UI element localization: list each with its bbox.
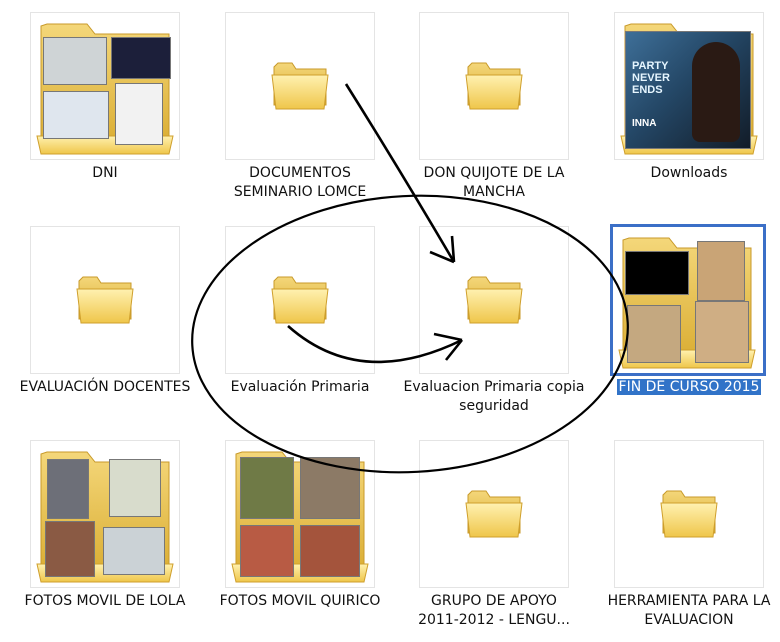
folder-name: DNI [92, 165, 118, 181]
folder-name: FOTOS MOVIL QUIRICO [219, 593, 381, 609]
folder-name: Evaluación Primaria [230, 379, 370, 395]
folder-name: Evaluacion Primaria copia seguridad [403, 379, 585, 414]
folder-name: DOCUMENTOS SEMINARIO LOMCE [233, 165, 367, 200]
folder-thumbnail[interactable] [419, 440, 569, 588]
folder-icon [659, 485, 721, 541]
folder-item-don-quijote[interactable]: DON QUIJOTE DE LA MANCHA [399, 4, 589, 214]
thumbnail-photo [109, 459, 161, 517]
folder-item-documentos-seminario-lomce[interactable]: DOCUMENTOS SEMINARIO LOMCE [205, 4, 395, 214]
folder-item-downloads[interactable]: PARTY NEVER ENDS INNA Downloads [594, 4, 780, 214]
folder-name: Downloads [650, 165, 728, 181]
album-cover-image: PARTY NEVER ENDS INNA [625, 31, 751, 149]
album-cover-text: PARTY NEVER ENDS [632, 60, 670, 96]
thumbnail-photo [47, 459, 89, 519]
folder-name: GRUPO DE APOYO 2011-2012 - LENGU... [418, 593, 570, 628]
folder-thumbnail[interactable] [225, 440, 375, 588]
folder-thumbnail[interactable] [30, 12, 180, 160]
thumbnail-photo [43, 37, 107, 85]
folder-thumbnail[interactable] [610, 224, 766, 376]
folder-thumbnail[interactable] [419, 12, 569, 160]
thumbnail-photo [111, 37, 171, 79]
album-cover-figure [692, 42, 740, 142]
folder-icon [464, 485, 526, 541]
folder-icon [270, 57, 332, 113]
folder-name: FIN DE CURSO 2015 [616, 379, 762, 395]
folder-item-evaluacion-primaria[interactable]: Evaluación Primaria [205, 218, 395, 428]
folder-thumbnail[interactable] [225, 226, 375, 374]
thumbnail-photo [627, 305, 681, 363]
folder-name: HERRAMIENTA PARA LA EVALUACION [607, 593, 771, 628]
folder-item-fin-de-curso-2015[interactable]: FIN DE CURSO 2015 [594, 218, 780, 428]
thumbnail-photo [103, 527, 165, 575]
folder-thumbnail[interactable] [419, 226, 569, 374]
thumbnail-photo [240, 525, 294, 577]
folder-name: DON QUIJOTE DE LA MANCHA [423, 165, 565, 200]
thumbnail-photo [300, 457, 360, 519]
folder-item-evaluacion-docentes[interactable]: EVALUACIÓN DOCENTES [10, 218, 200, 428]
folder-item-fotos-movil-de-lola[interactable]: FOTOS MOVIL DE LOLA [10, 432, 200, 642]
folder-item-herramienta-para-la-evaluacion[interactable]: HERRAMIENTA PARA LA EVALUACION [594, 432, 780, 642]
folder-item-dni[interactable]: DNI [10, 4, 200, 214]
folder-icon [270, 271, 332, 327]
folder-thumbnail[interactable] [30, 440, 180, 588]
folder-icon [464, 57, 526, 113]
folder-icon [75, 271, 137, 327]
thumbnail-photo [240, 457, 294, 519]
thumbnail-photo [45, 521, 95, 577]
thumbnail-photo [695, 301, 749, 363]
folder-item-grupo-de-apoyo[interactable]: GRUPO DE APOYO 2011-2012 - LENGU... [399, 432, 589, 642]
thumbnail-photo [115, 83, 163, 145]
folder-icon [464, 271, 526, 327]
folder-item-fotos-movil-quirico[interactable]: FOTOS MOVIL QUIRICO [205, 432, 395, 642]
folder-item-evaluacion-primaria-copia-seguridad[interactable]: Evaluacion Primaria copia seguridad [399, 218, 589, 428]
thumbnail-photo [625, 251, 689, 295]
folder-thumbnail[interactable]: PARTY NEVER ENDS INNA [614, 12, 764, 160]
thumbnail-photo [43, 91, 109, 139]
folder-name: FOTOS MOVIL DE LOLA [24, 593, 186, 609]
folder-thumbnail[interactable] [30, 226, 180, 374]
folder-thumbnail[interactable] [614, 440, 764, 588]
folder-thumbnail[interactable] [225, 12, 375, 160]
folder-name: EVALUACIÓN DOCENTES [19, 379, 191, 395]
thumbnail-photo [697, 241, 745, 301]
album-artist-text: INNA [632, 118, 657, 129]
thumbnail-photo [300, 525, 360, 577]
